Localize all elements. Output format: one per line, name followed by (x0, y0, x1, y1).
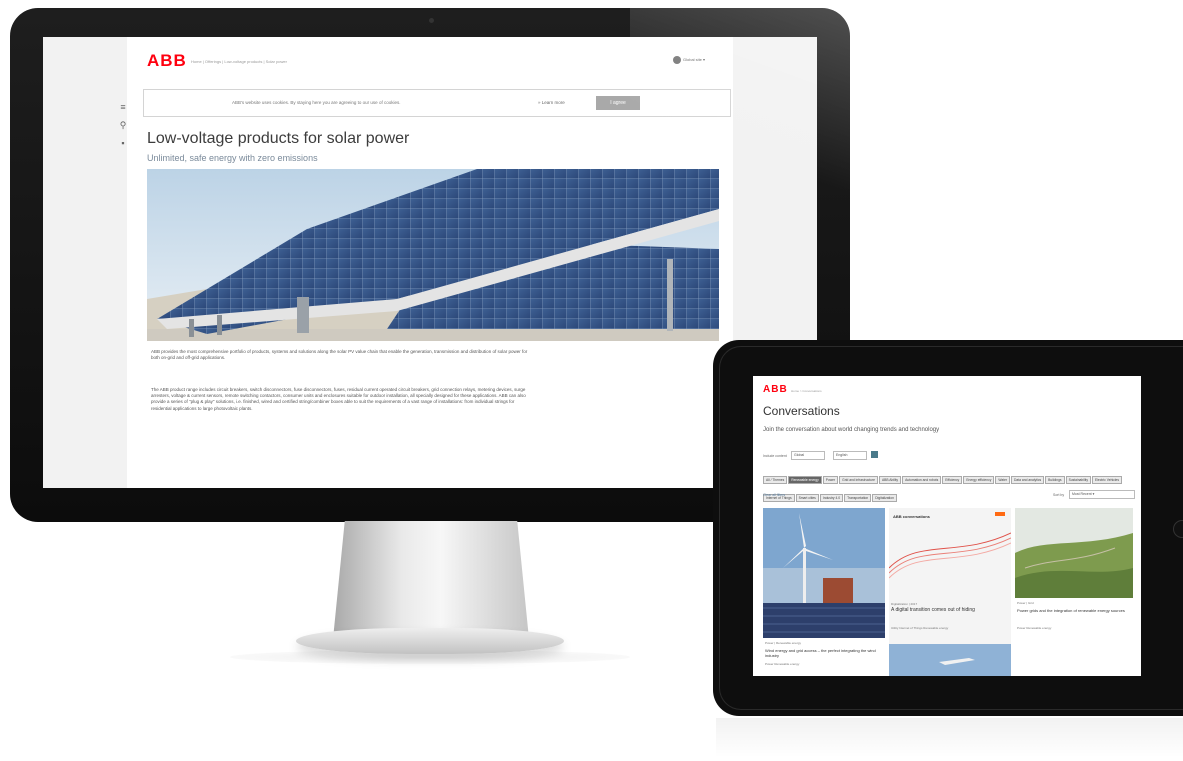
topic-tag[interactable]: ABB Ability (878, 476, 902, 484)
topic-tag[interactable]: Electric Vehicles (1092, 476, 1123, 484)
region-selector[interactable]: Global site ▾ (673, 56, 705, 64)
card-tags: Power Renewable energy (1017, 626, 1052, 630)
cookie-banner: ABB's website uses cookies. By staying h… (143, 89, 731, 117)
topic-tag[interactable]: Sustainability (1065, 476, 1091, 484)
card-meta: Power | Renewable energy (765, 641, 801, 645)
topic-tag[interactable]: Water (995, 476, 1011, 484)
card-headline: Power grids and the integration of renew… (1017, 608, 1125, 613)
filter-label: Include content (763, 454, 787, 458)
topic-tag[interactable]: Energy efficiency (963, 476, 995, 484)
tablet-breadcrumb[interactable]: Home > Conversations (791, 389, 822, 393)
card-brand: ABB conversations (893, 514, 930, 519)
topic-tag[interactable]: Efficiency (942, 476, 963, 484)
card-brand-badge (995, 512, 1005, 516)
menu-icon[interactable]: ≡ (119, 103, 127, 112)
clear-filters-link[interactable]: Clear all filters (763, 493, 785, 497)
abstract-red-lines-image (889, 528, 1011, 598)
monitor-stand-neck (333, 521, 529, 639)
agree-button[interactable]: I agree (596, 96, 640, 110)
region-label: Global site (683, 57, 702, 63)
topic-tag[interactable]: Automation and robots (902, 476, 942, 484)
article-card[interactable]: Power | Renewable energy Wind energy and… (763, 508, 885, 676)
wind-turbine-image (763, 508, 885, 638)
topic-tag[interactable]: Power (822, 476, 839, 484)
card-meta: Power | Grid (1017, 601, 1034, 605)
filter-go-button[interactable] (871, 451, 878, 458)
lock-icon[interactable]: ▪ (119, 139, 127, 148)
topic-tag[interactable]: Renewable energy (788, 476, 822, 484)
sort-select[interactable]: Most Recent ▾ (1069, 490, 1135, 499)
solar-panels-hero-image (147, 169, 719, 341)
language-select[interactable]: English (833, 451, 867, 460)
card-tags: Utility Internet of Things Renewable ene… (891, 626, 949, 630)
article-card[interactable]: ABB conversations Digitalization | 2017 … (889, 508, 1011, 676)
cookie-notice-text: ABB's website uses cookies. By staying h… (232, 100, 401, 105)
topic-tag[interactable]: All / Themes (763, 476, 788, 484)
card-headline: A digital transition comes out of hiding (891, 607, 975, 613)
monitor-stand-base (296, 628, 564, 654)
abb-logo-tablet[interactable]: ABB (763, 384, 788, 395)
tablet-screen: ABB Home > Conversations Conversations J… (753, 376, 1141, 676)
abb-logo[interactable]: ABB (147, 51, 187, 71)
card-headline: Wind energy and grid access – the perfec… (765, 648, 876, 658)
page-title: Low-voltage products for solar power (147, 130, 410, 147)
page-subtitle: Unlimited, safe energy with zero emissio… (147, 153, 318, 163)
green-landscape-image (1015, 508, 1133, 598)
conversations-title: Conversations (763, 404, 840, 418)
topic-tag[interactable]: Data and analytics (1011, 476, 1045, 484)
product-range-paragraph: The ABB product range includes circuit b… (151, 387, 526, 411)
topic-tag[interactable]: Smart cities (795, 494, 819, 502)
breadcrumb[interactable]: Home | Offerings | Low-voltage products … (191, 59, 287, 64)
topic-tag[interactable]: Transportation (844, 494, 872, 502)
conversations-subtitle: Join the conversation about world changi… (763, 427, 940, 433)
search-icon[interactable]: ⚲ (119, 121, 127, 130)
card-meta: Digitalization | 2017 (891, 602, 918, 606)
sort-label: Sort by (1053, 493, 1065, 497)
learn-more-label: Learn more (541, 100, 565, 105)
topic-tag[interactable]: Grid and infrastructure (839, 476, 878, 484)
tablet-reflection (716, 718, 1183, 758)
intro-paragraph: ABB provides the most comprehensive port… (151, 349, 528, 361)
region-select[interactable]: Global (791, 451, 825, 460)
tablet-device: ABB Home > Conversations Conversations J… (713, 340, 1183, 716)
desktop-screen: ≡ ⚲ ▪ ABB Home | Offerings | Low-voltage… (43, 37, 817, 488)
monitor-camera (429, 18, 434, 23)
sort-select-value: Most Recent (1072, 492, 1092, 496)
abb-web-page: ABB Home | Offerings | Low-voltage produ… (127, 37, 733, 488)
topic-tag[interactable]: Industry 4.0 (819, 494, 844, 502)
topic-tag[interactable]: Buildings (1045, 476, 1065, 484)
topic-tag[interactable]: Digitalization (872, 494, 897, 502)
learn-more-link[interactable]: » Learn more (538, 100, 565, 105)
card-tags: Power Renewable energy (765, 662, 800, 666)
globe-icon (673, 56, 681, 64)
article-card[interactable]: Power | Grid Power grids and the integra… (1015, 508, 1133, 676)
airplane-sky-image (889, 644, 1011, 676)
